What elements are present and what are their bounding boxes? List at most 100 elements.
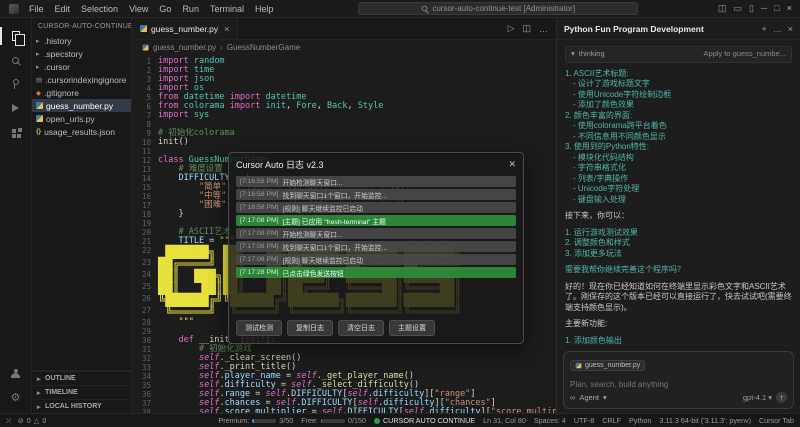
tab-close-icon[interactable]: × xyxy=(224,24,229,34)
settings-gear-icon[interactable] xyxy=(0,385,32,409)
free-quota[interactable]: Free: 0/150 xyxy=(301,416,366,425)
chat-text-input[interactable] xyxy=(570,380,787,389)
account-icon[interactable] xyxy=(0,361,32,385)
search-icon[interactable] xyxy=(0,48,32,72)
chat-history-icon[interactable]: … xyxy=(773,24,782,34)
toggle-panel-icon[interactable]: ▭ xyxy=(733,4,742,13)
line-number: 17 xyxy=(132,201,158,210)
auto-continue-toggle[interactable]: CURSOR AUTO CONTINUE xyxy=(374,416,475,425)
tab-guess-number[interactable]: guess_number.py × xyxy=(132,18,238,39)
code-text: } xyxy=(158,210,184,219)
dialog-button-清空日志[interactable]: 清空日志 xyxy=(338,320,384,336)
section-outline[interactable]: ▸OUTLINE xyxy=(32,371,131,385)
chat-message-block: 接下来，你可以： xyxy=(565,211,792,222)
toggle-secondary-sidebar-icon[interactable]: ▯ xyxy=(749,4,754,13)
send-button[interactable]: ↑ xyxy=(776,392,787,403)
code-token: Back xyxy=(327,101,347,111)
dialog-button-复制日志[interactable]: 复制日志 xyxy=(287,320,333,336)
menu-terminal[interactable]: Terminal xyxy=(205,3,249,15)
language-mode[interactable]: Python xyxy=(629,416,651,425)
menu-view[interactable]: View xyxy=(124,3,153,15)
chat-line: - 使用Unicode字符绘制边框 xyxy=(565,90,792,101)
premium-quota[interactable]: Premium: 3/50 xyxy=(218,416,293,425)
file-item-open-urls-py[interactable]: open_urls.py xyxy=(32,112,131,125)
menu-selection[interactable]: Selection xyxy=(76,3,123,15)
file-item--cursorindexingignore[interactable]: ▤.cursorindexingignore xyxy=(32,73,131,86)
explorer-icon[interactable] xyxy=(0,24,32,48)
line-number: 18 xyxy=(132,210,158,219)
cursor-tab-status[interactable]: Cursor Tab xyxy=(759,416,794,425)
breadcrumb-symbol[interactable]: GuessNumberGame xyxy=(227,43,300,52)
python-file-icon xyxy=(36,102,43,109)
section-timeline[interactable]: ▸TIMELINE xyxy=(32,385,131,399)
code-token: import xyxy=(158,110,189,120)
minimize-button[interactable]: ─ xyxy=(761,4,767,13)
code-text: self.score_multiplier = self.DIFFICULTY[… xyxy=(158,408,556,413)
editor-more-icon[interactable]: … xyxy=(539,24,548,34)
line-number: 36 xyxy=(132,390,158,399)
problems-indicator[interactable]: ⊘ 0 △ 0 xyxy=(18,416,47,425)
file-item--specstory[interactable]: ▸.specstory xyxy=(32,47,131,60)
thinking-row[interactable]: ▾thinkingApply to guess_numbe... xyxy=(565,46,792,63)
dialog-button-测试检测[interactable]: 测试检测 xyxy=(236,320,282,336)
chat-line: 主要新功能: xyxy=(565,319,792,330)
log-message: 已点击绿色发送按钮 xyxy=(283,268,344,278)
folder-chevron-icon: ▸ xyxy=(36,50,41,58)
free-meter xyxy=(321,419,345,423)
apply-link[interactable]: Apply to guess_numbe... xyxy=(703,49,786,60)
source-control-icon[interactable] xyxy=(0,72,32,96)
menu-bar: FileEditSelectionViewGoRunTerminalHelp xyxy=(24,3,278,15)
chat-header: Python Fun Program Development + … × xyxy=(557,18,800,40)
breadcrumb[interactable]: guess_number.py › GuessNumberGame xyxy=(132,40,556,55)
chat-messages[interactable]: ▾thinkingApply to guess_numbe...1. ASCII… xyxy=(557,40,800,346)
line-number: 20 xyxy=(132,228,158,237)
eol-sequence[interactable]: CRLF xyxy=(602,416,621,425)
file-item--gitignore[interactable]: ◆.gitignore xyxy=(32,86,131,99)
log-message: 开始检测聊天窗口... xyxy=(283,229,343,239)
dialog-button-主题设置[interactable]: 主题设置 xyxy=(389,320,435,336)
new-chat-icon[interactable]: + xyxy=(761,24,766,34)
close-button[interactable]: × xyxy=(787,4,792,13)
run-file-icon[interactable]: ▷ xyxy=(508,23,515,34)
file-item-usage-results-json[interactable]: {}usage_results.json xyxy=(32,125,131,138)
line-number: 10 xyxy=(132,138,158,147)
chat-input-toolbar: ∞ Agent ▾ gpt-4.1 ▾ ↑ xyxy=(570,392,787,403)
file-item-guess-number-py[interactable]: guess_number.py xyxy=(32,99,131,112)
breadcrumb-file[interactable]: guess_number.py xyxy=(153,43,216,52)
menu-file[interactable]: File xyxy=(24,3,49,15)
git-file-icon: ◆ xyxy=(36,89,41,97)
toggle-sidebar-icon[interactable]: ◫ xyxy=(718,4,727,13)
code-token xyxy=(158,407,199,413)
agent-mode-select[interactable]: Agent xyxy=(579,393,599,402)
python-interpreter[interactable]: 3.11.3 64-bit ('3.11.3': pyenv) xyxy=(659,416,751,425)
remote-icon[interactable]: ⤫ xyxy=(6,416,12,426)
maximize-button[interactable]: □ xyxy=(774,4,779,13)
explorer-title[interactable]: CURSOR-AUTO-CONTINUE-TEST … xyxy=(32,18,131,34)
line-number: 8 xyxy=(132,120,158,129)
chat-input-box[interactable]: guess_number.py ∞ Agent ▾ gpt-4.1 ▾ ↑ xyxy=(563,351,794,409)
file-item--history[interactable]: ▸.history xyxy=(32,34,131,47)
chat-close-icon[interactable]: × xyxy=(788,24,793,34)
dialog-close-icon[interactable]: ✕ xyxy=(508,159,516,170)
section-local-history[interactable]: ▸LOCAL HISTORY xyxy=(32,399,131,413)
command-center-search[interactable]: cursor-auto-continue-test [Administrator… xyxy=(358,2,638,15)
run-debug-icon[interactable] xyxy=(0,96,32,120)
extensions-icon[interactable] xyxy=(0,120,32,144)
menu-run[interactable]: Run xyxy=(177,3,204,15)
menu-go[interactable]: Go xyxy=(154,3,176,15)
line-number: 33 xyxy=(132,363,158,372)
line-number: 4 xyxy=(132,84,158,93)
indentation[interactable]: Spaces: 4 xyxy=(534,416,566,425)
context-chip[interactable]: guess_number.py xyxy=(570,360,645,371)
file-item--cursor[interactable]: ▸.cursor xyxy=(32,60,131,73)
agent-infinity-icon: ∞ xyxy=(570,393,575,402)
json-file-icon: {} xyxy=(36,128,41,135)
encoding[interactable]: UTF-8 xyxy=(574,416,594,425)
split-editor-icon[interactable]: ◫ xyxy=(522,23,531,34)
log-message: 找到聊天窗口1个窗口，开始监控... xyxy=(283,190,388,200)
model-select[interactable]: gpt-4.1 ▾ xyxy=(743,393,772,402)
menu-help[interactable]: Help xyxy=(250,3,279,15)
folder-chevron-icon: ▸ xyxy=(36,63,41,71)
cursor-position[interactable]: Ln 31, Col 80 xyxy=(483,416,526,425)
menu-edit[interactable]: Edit xyxy=(50,3,76,15)
